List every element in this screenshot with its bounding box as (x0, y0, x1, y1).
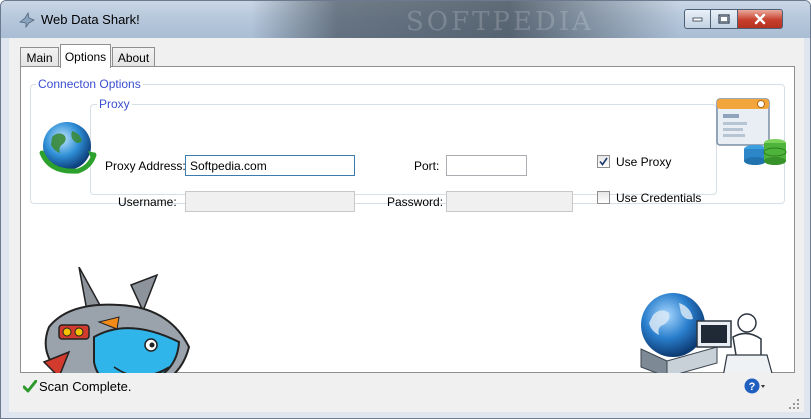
database-window-icon (716, 98, 787, 165)
help-icon: ? (744, 378, 765, 394)
password-input[interactable] (446, 191, 573, 212)
minimize-icon (692, 17, 703, 22)
title-bar[interactable]: SOFTPEDIA Web Data Shark! (1, 1, 810, 38)
tab-about[interactable]: About (112, 47, 155, 67)
tab-main[interactable]: Main (20, 47, 59, 67)
proxy-group (90, 104, 717, 195)
username-input[interactable] (185, 191, 355, 212)
close-button[interactable] (738, 9, 783, 29)
password-label: Password: (387, 195, 444, 209)
svg-text:?: ? (749, 381, 756, 393)
checkmark-icon (23, 380, 37, 393)
close-icon (754, 13, 766, 25)
tab-options[interactable]: Options (60, 44, 111, 68)
network-user-icon (637, 293, 777, 385)
app-window: SOFTPEDIA Web Data Shark! Main Options A… (0, 0, 811, 419)
use-proxy-checkbox[interactable] (597, 155, 610, 168)
connection-options-title: Connecton Options (36, 77, 143, 91)
use-proxy-label: Use Proxy (616, 155, 672, 169)
options-tab-page: Connecton Options Proxy Proxy Address: S… (20, 66, 795, 395)
port-input[interactable] (446, 155, 527, 176)
maximize-button[interactable] (711, 9, 738, 29)
client-area: Main Options About Connecton Options Pro… (9, 38, 804, 412)
resize-grip-icon[interactable] (789, 399, 799, 409)
help-button[interactable]: ? (744, 378, 766, 397)
watermark-text: SOFTPEDIA (406, 7, 594, 37)
use-credentials-checkbox[interactable] (597, 191, 610, 204)
use-credentials-label: Use Credentials (616, 191, 702, 205)
proxy-address-input[interactable] (185, 155, 355, 176)
status-bar: Scan Complete. ? (9, 373, 804, 412)
proxy-address-label: Proxy Address: (105, 159, 186, 173)
maximize-icon (718, 14, 730, 24)
globe-refresh-icon (39, 122, 97, 174)
status-text: Scan Complete. (39, 379, 132, 394)
checkmark-icon (599, 157, 608, 166)
proxy-group-title: Proxy (97, 97, 132, 111)
username-label: Username: (118, 195, 177, 209)
port-label: Port: (414, 159, 440, 173)
minimize-button[interactable] (684, 9, 711, 29)
window-title: Web Data Shark! (41, 12, 140, 27)
shark-icon (19, 12, 35, 28)
